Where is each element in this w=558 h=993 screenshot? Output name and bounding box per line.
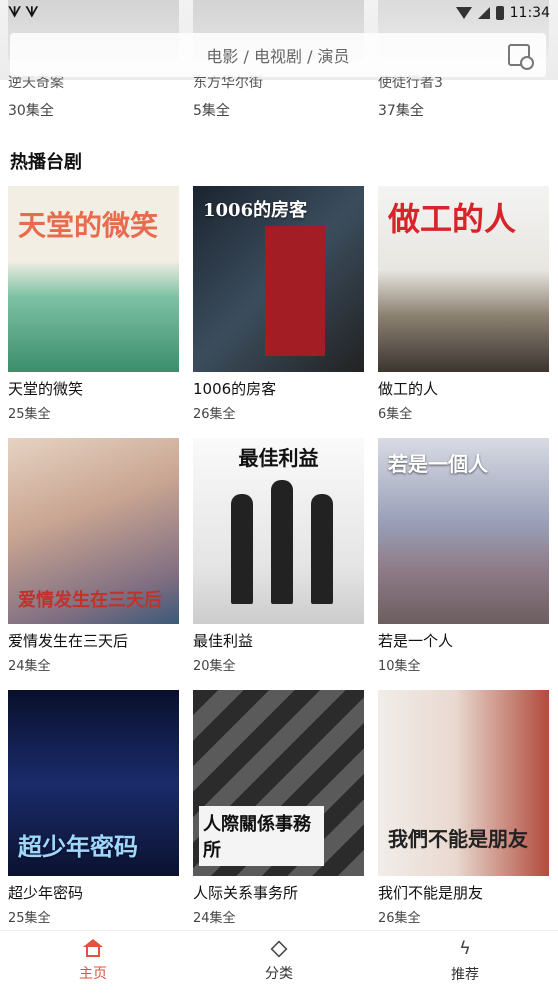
nav-category[interactable]: 分类 <box>186 931 372 993</box>
episode-count: 30集全 <box>8 103 54 119</box>
notification-icons: ᗐ ᗐ <box>8 5 38 21</box>
nav-recommend[interactable]: ϟ 推荐 <box>372 931 558 993</box>
poster-image[interactable]: 我們不能是朋友 <box>378 690 549 876</box>
poster-image[interactable]: 天堂的微笑 <box>8 186 179 372</box>
episode-count: 37集全 <box>378 103 424 119</box>
bottom-navigation: 主页 分类 ϟ 推荐 <box>0 930 558 993</box>
show-title: 做工的人 <box>378 380 439 398</box>
episode-count: 24集全 <box>193 911 236 926</box>
show-card[interactable]: 我們不能是朋友 我们不能是朋友 26集全 <box>378 690 549 926</box>
signal-icon <box>477 7 490 19</box>
status-bar: ᗐ ᗐ 11:34 <box>0 0 558 26</box>
show-card[interactable]: 最佳利益 最佳利益 20集全 <box>193 438 364 674</box>
clock: 11:34 <box>509 5 550 21</box>
episode-count: 25集全 <box>8 407 51 422</box>
layers-icon <box>270 940 288 958</box>
section-title: 热播台剧 <box>10 152 82 173</box>
show-title: 我们不能是朋友 <box>378 884 484 902</box>
show-card[interactable]: 1006的房客 1006的房客 26集全 <box>193 186 364 422</box>
poster-title: 超少年密码 <box>18 832 138 861</box>
show-title: 人际关系事务所 <box>193 884 299 902</box>
episode-count: 10集全 <box>378 659 421 674</box>
poster-title: 爱情发生在三天后 <box>18 590 162 611</box>
show-grid: 天堂的微笑 天堂的微笑 25集全 1006的房客 1006的房客 26集全 做工… <box>8 186 550 926</box>
show-title: 天堂的微笑 <box>8 380 84 398</box>
poster-title: 做工的人 <box>388 200 517 238</box>
poster-image[interactable]: 最佳利益 <box>193 438 364 624</box>
nav-home[interactable]: 主页 <box>0 931 186 993</box>
search-bar[interactable]: 电影 / 电视剧 / 演员 <box>10 33 546 77</box>
episode-count: 26集全 <box>193 407 236 422</box>
nav-label: 推荐 <box>451 967 479 983</box>
poster-figure <box>231 494 253 604</box>
episode-count: 26集全 <box>378 911 421 926</box>
lightning-icon: ϟ <box>459 938 471 959</box>
show-title: 1006的房客 <box>193 380 277 398</box>
show-card[interactable]: 超少年密码 超少年密码 25集全 <box>8 690 179 926</box>
episode-count: 6集全 <box>378 407 413 422</box>
wifi-icon <box>455 7 472 19</box>
history-icon[interactable] <box>508 44 534 70</box>
episode-count: 5集全 <box>193 103 230 119</box>
poster-image[interactable]: 爱情发生在三天后 <box>8 438 179 624</box>
poster-title: 我們不能是朋友 <box>388 827 528 851</box>
show-title: 超少年密码 <box>8 884 84 902</box>
poster-title: 1006的房客 <box>203 200 308 221</box>
poster-image[interactable]: 做工的人 <box>378 186 549 372</box>
show-title: 若是一个人 <box>378 632 454 650</box>
poster-figure <box>271 480 293 604</box>
poster-title: 人際關係事務所 <box>199 806 324 866</box>
poster-figure <box>311 494 333 604</box>
nav-label: 主页 <box>79 966 107 982</box>
app-notification-icon: ᗐ <box>25 5 39 21</box>
episode-count: 25集全 <box>8 911 51 926</box>
episode-count: 24集全 <box>8 659 51 674</box>
show-card[interactable]: 天堂的微笑 天堂的微笑 25集全 <box>8 186 179 422</box>
app-notification-icon: ᗐ <box>8 5 22 21</box>
poster-image[interactable]: 人際關係事務所 <box>193 690 364 876</box>
show-card[interactable]: 做工的人 做工的人 6集全 <box>378 186 549 422</box>
search-placeholder: 电影 / 电视剧 / 演员 <box>206 47 350 66</box>
show-card[interactable]: 人際關係事務所 人际关系事务所 24集全 <box>193 690 364 926</box>
show-card[interactable]: 爱情发生在三天后 爱情发生在三天后 24集全 <box>8 438 179 674</box>
poster-image[interactable]: 超少年密码 <box>8 690 179 876</box>
poster-title: 最佳利益 <box>238 446 319 470</box>
nav-label: 分类 <box>265 966 293 982</box>
poster-image[interactable]: 1006的房客 <box>193 186 364 372</box>
poster-title: 天堂的微笑 <box>18 209 159 242</box>
episode-count: 20集全 <box>193 659 236 674</box>
poster-image[interactable]: 若是一個人 <box>378 438 549 624</box>
show-title: 爱情发生在三天后 <box>8 632 129 650</box>
show-card[interactable]: 若是一個人 若是一个人 10集全 <box>378 438 549 674</box>
poster-title: 若是一個人 <box>388 452 488 476</box>
status-right: 11:34 <box>455 5 550 21</box>
poster-door-graphic <box>265 226 325 356</box>
show-title: 最佳利益 <box>193 632 254 650</box>
battery-icon <box>495 6 504 20</box>
home-icon <box>83 939 103 957</box>
